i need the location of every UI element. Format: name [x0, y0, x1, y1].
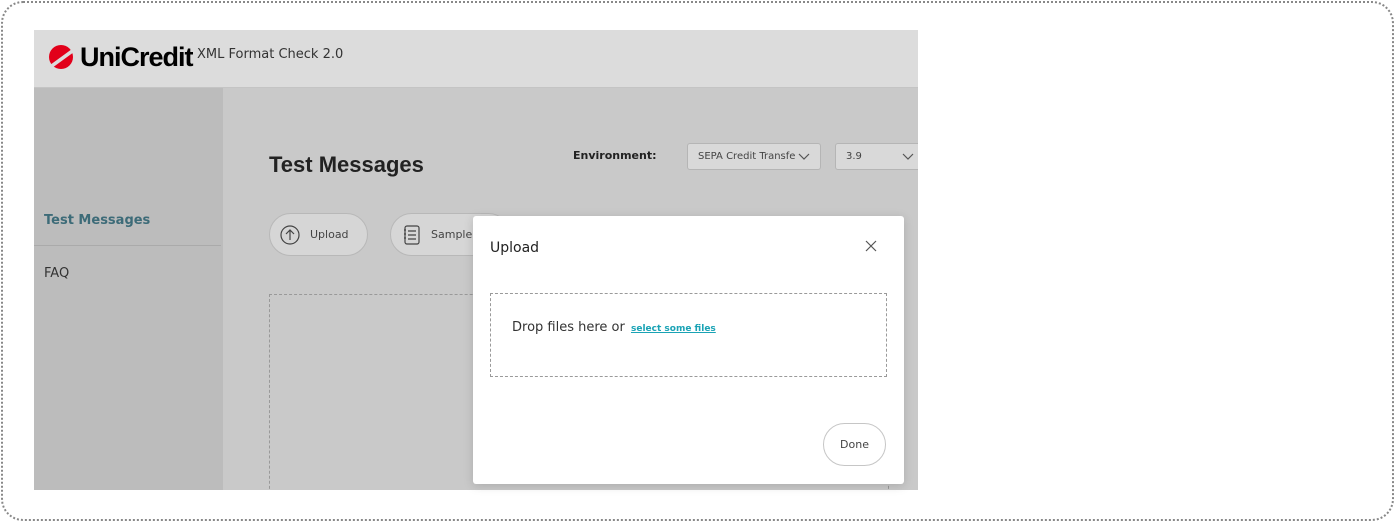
- sidebar: Test Messages FAQ: [34, 88, 223, 490]
- upload-button[interactable]: Upload: [269, 213, 368, 256]
- done-button[interactable]: Done: [823, 423, 886, 466]
- select-files-link[interactable]: select some files: [631, 324, 716, 334]
- environment-label: Environment:: [573, 149, 657, 162]
- sidebar-item-test-messages[interactable]: Test Messages: [44, 213, 150, 228]
- version-select-value: 3.9: [846, 151, 862, 162]
- unicredit-logo-icon: [49, 45, 74, 69]
- unicredit-logo: UniCredit: [46, 39, 193, 75]
- upload-button-label: Upload: [310, 228, 349, 241]
- close-icon[interactable]: [863, 238, 879, 254]
- app-title: XML Format Check 2.0: [197, 47, 344, 62]
- sidebar-item-faq[interactable]: FAQ: [44, 266, 69, 281]
- brand-name: UniCredit: [80, 42, 193, 72]
- environment-select-value: SEPA Credit Transfe: [698, 151, 796, 162]
- environment-select[interactable]: SEPA Credit Transfe: [687, 143, 821, 170]
- header: UniCredit XML Format Check 2.0: [34, 30, 918, 88]
- drop-instructions: Drop files here or select some files: [512, 320, 716, 335]
- upload-arrow-icon: [280, 224, 300, 245]
- chevron-down-icon: [798, 153, 810, 160]
- sidebar-divider: [34, 245, 221, 246]
- modal-title: Upload: [490, 240, 540, 256]
- page-title: Test Messages: [269, 152, 424, 177]
- upload-modal: Upload Drop files here or select some fi…: [473, 216, 904, 484]
- document-icon: [404, 224, 420, 245]
- drop-text: Drop files here or: [512, 320, 625, 335]
- file-drop-zone[interactable]: Drop files here or select some files: [490, 293, 887, 377]
- sample-button-label: Sample: [431, 228, 473, 241]
- chevron-down-icon: [902, 153, 914, 160]
- version-select[interactable]: 3.9: [835, 143, 918, 170]
